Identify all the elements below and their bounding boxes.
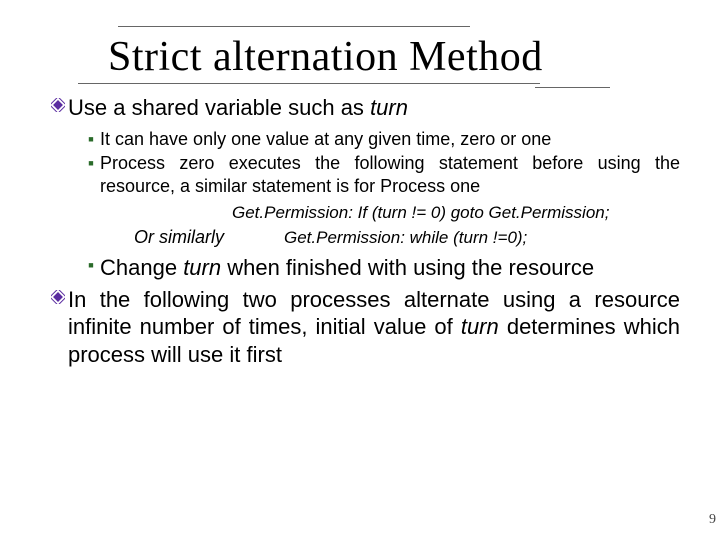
bullet-2-ital: turn bbox=[461, 314, 499, 339]
or-row: Or similarly Get.Permission: while (turn… bbox=[82, 227, 680, 248]
sub-3-post: when finished with using the resource bbox=[221, 255, 594, 280]
sub-1-text: It can have only one value at any given … bbox=[100, 128, 680, 151]
code-line-1: Get.Permission: If (turn != 0) goto Get.… bbox=[232, 203, 680, 223]
bullet-1-pre: Use a shared variable such as bbox=[68, 95, 370, 120]
rule-bottom-main bbox=[78, 83, 540, 84]
sub-3-text: Change turn when finished with using the… bbox=[100, 254, 680, 282]
rule-bottom bbox=[78, 83, 670, 84]
page-number: 9 bbox=[709, 512, 716, 528]
code-line-2: Get.Permission: while (turn !=0); bbox=[284, 228, 527, 248]
bullet-2: In the following two processes alternate… bbox=[48, 286, 680, 369]
sub-2-text: Process zero executes the following stat… bbox=[100, 152, 680, 197]
square-icon: ■ bbox=[82, 128, 100, 144]
sub-3-ital: turn bbox=[183, 255, 221, 280]
sub-1: ■ It can have only one value at any give… bbox=[82, 128, 680, 151]
rule-bottom-step bbox=[535, 87, 610, 88]
bullet-1-text: Use a shared variable such as turn bbox=[68, 94, 680, 122]
bullet-1: Use a shared variable such as turn bbox=[48, 94, 680, 122]
sub-2: ■ Process zero executes the following st… bbox=[82, 152, 680, 197]
diamond-icon bbox=[48, 94, 68, 112]
sub-3-pre: Change bbox=[100, 255, 183, 280]
square-icon: ■ bbox=[82, 254, 100, 270]
bullet-1-subgroup: ■ It can have only one value at any give… bbox=[82, 128, 680, 282]
sub-3: ■ Change turn when finished with using t… bbox=[82, 254, 680, 282]
square-icon: ■ bbox=[82, 152, 100, 168]
diamond-icon bbox=[48, 286, 68, 304]
bullet-2-text: In the following two processes alternate… bbox=[68, 286, 680, 369]
rule-top bbox=[118, 26, 470, 27]
or-label: Or similarly bbox=[82, 227, 284, 248]
slide-title: Strict alternation Method bbox=[108, 33, 670, 81]
content: Use a shared variable such as turn ■ It … bbox=[48, 94, 680, 368]
slide: Strict alternation Method Use a shared v… bbox=[0, 0, 720, 540]
title-block: Strict alternation Method bbox=[78, 26, 670, 84]
bullet-1-ital: turn bbox=[370, 95, 408, 120]
